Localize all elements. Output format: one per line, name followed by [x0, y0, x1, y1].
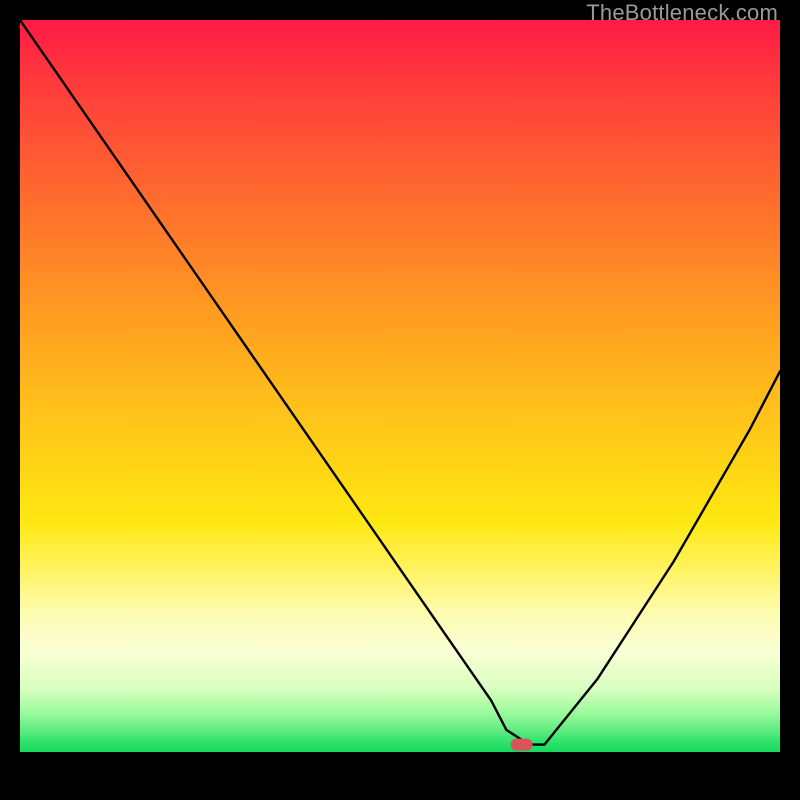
chart-plot-area [20, 20, 780, 780]
watermark-text: TheBottleneck.com [586, 0, 778, 26]
